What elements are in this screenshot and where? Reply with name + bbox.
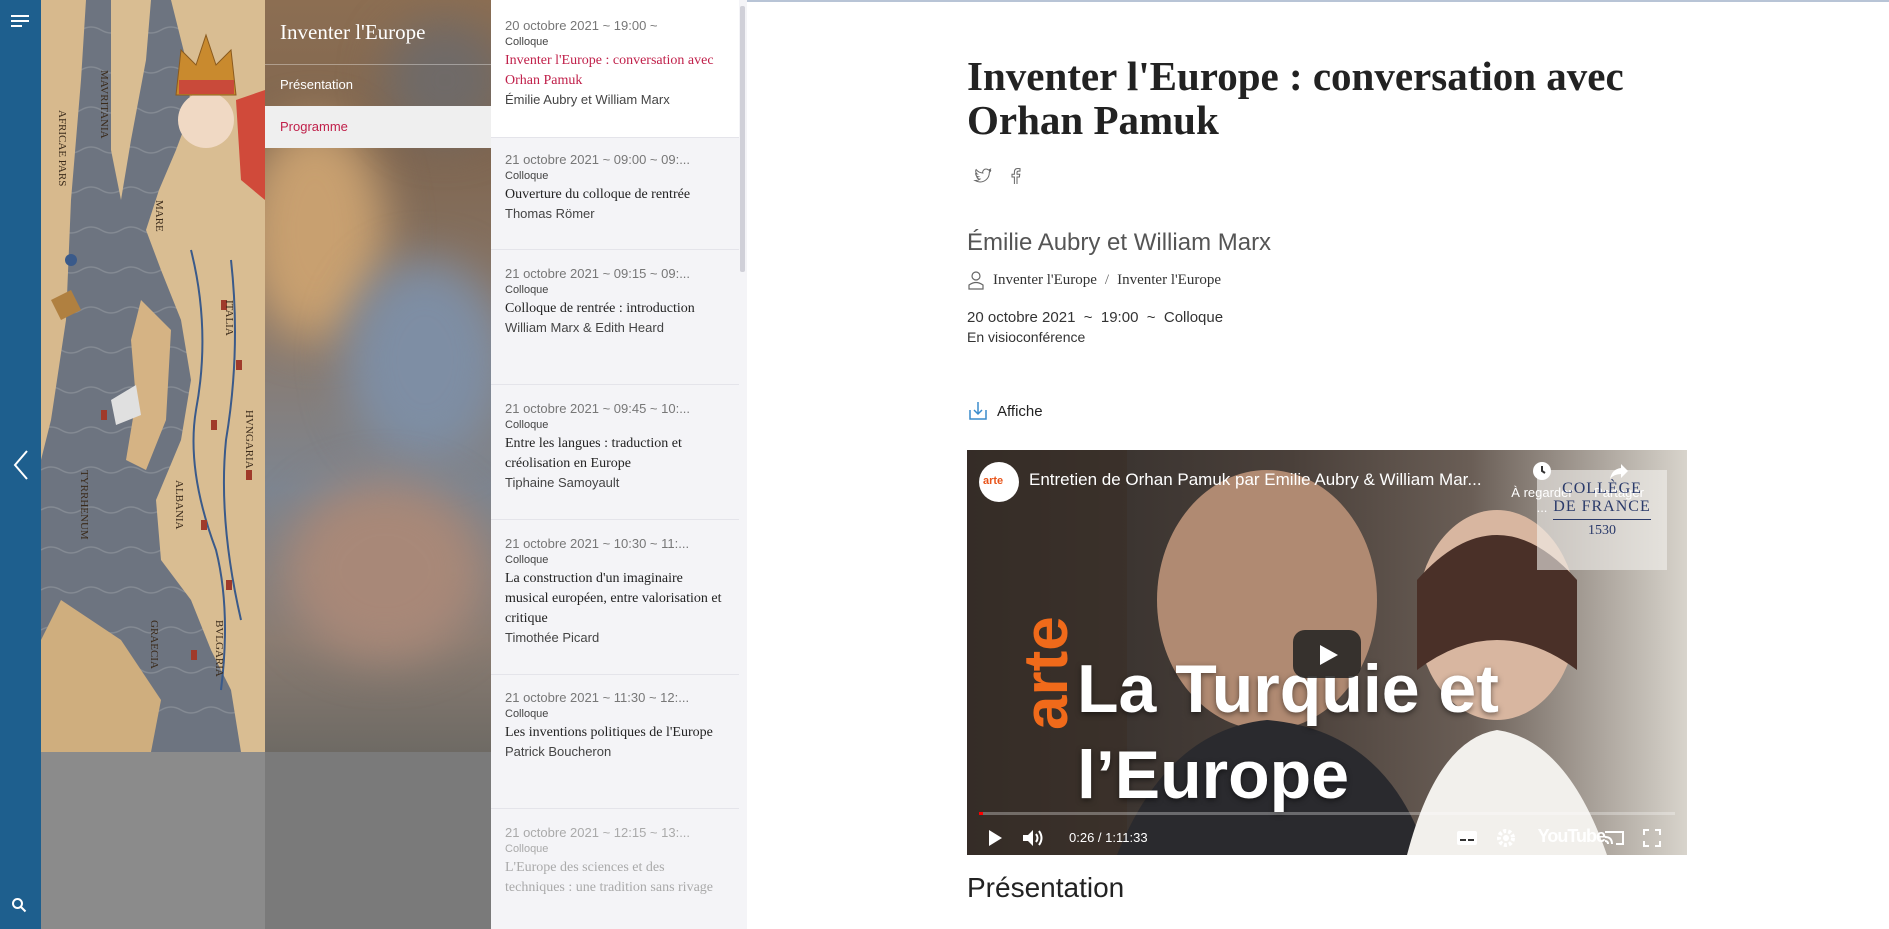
programme-item-speaker: Patrick Boucheron [505, 744, 612, 759]
video-time: 0:26 / 1:11:33 [1069, 830, 1148, 845]
video-headline: La Turquie et l’Europe [1077, 651, 1499, 813]
programme-item[interactable]: 20 octobre 2021 ~ 19:00 ~ Colloque Inven… [491, 0, 739, 138]
share-icon [1610, 464, 1628, 479]
svg-text:BVLGARIA: BVLGARIA [213, 620, 225, 677]
programme-item-speaker: Émilie Aubry et William Marx [505, 92, 670, 107]
event-speakers: Émilie Aubry et William Marx [967, 229, 1272, 256]
programme-item-speaker: William Marx & Edith Heard [505, 320, 664, 335]
svg-text:HVNGARIA: HVNGARIA [243, 410, 255, 469]
affiche-download-link[interactable]: Affiche [967, 400, 1043, 422]
programme-item-meta: 20 octobre 2021 ~ 19:00 ~ [505, 18, 658, 33]
svg-text:GRAECIA: GRAECIA [148, 620, 160, 669]
search-icon[interactable] [11, 897, 27, 913]
svg-text:MAVRITANIA: MAVRITANIA [98, 70, 110, 139]
svg-text:AFRICAE PARS: AFRICAE PARS [56, 110, 68, 186]
programme-item-title: Inventer l'Europe : conversation avec Or… [505, 53, 714, 88]
breadcrumb-link[interactable]: Inventer l'Europe [993, 272, 1097, 289]
person-icon [968, 271, 984, 290]
volume-icon[interactable] [1021, 828, 1045, 848]
breadcrumb-separator: / [1104, 271, 1110, 288]
programme-item-title: L'Europe des sciences et des techniques … [505, 860, 713, 895]
svg-text:ALBANIA: ALBANIA [173, 480, 185, 530]
channel-logo[interactable]: arte [979, 462, 1019, 502]
clock-icon [1533, 462, 1551, 480]
facebook-icon[interactable] [1006, 166, 1026, 186]
programme-item-type: Colloque [505, 170, 549, 182]
programme-item-type: Colloque [505, 843, 549, 855]
video-progress-bar[interactable] [979, 812, 1675, 815]
europa-regina-map-image: AFRICAE PARS MAVRITANIA MARE ITALIA HVNG… [41, 0, 265, 752]
programme-item-title: Les inventions politiques de l'Europe [505, 725, 713, 740]
event-dateline: 20 octobre 2021 ~ 19:00 ~ Colloque [967, 309, 1223, 326]
site-title[interactable]: Inventer l'Europe [280, 20, 425, 45]
settings-gear-icon[interactable] [1496, 828, 1516, 848]
programme-item[interactable]: 21 octobre 2021 ~ 09:45 ~ 10:... Colloqu… [491, 385, 739, 520]
programme-item-meta: 21 octobre 2021 ~ 12:15 ~ 13:... [505, 825, 691, 840]
video-controls: 0:26 / 1:11:33 YouTube [967, 820, 1687, 855]
programme-item-type: Colloque [505, 554, 549, 566]
programme-item-speaker: Timothée Picard [505, 630, 600, 645]
nav-item-presentation[interactable]: Présentation [265, 64, 491, 106]
event-time: 19:00 [1100, 309, 1139, 326]
chevron-left-icon[interactable] [9, 447, 33, 483]
youtube-logo[interactable]: YouTube [1538, 826, 1606, 847]
breadcrumb-link[interactable]: Inventer l'Europe [1117, 272, 1221, 289]
event-title: Inventer l'Europe : conversation avec Or… [967, 53, 1624, 143]
separator: ~ [1079, 309, 1097, 326]
hamburger-menu-icon[interactable] [11, 15, 29, 29]
programme-item-title: Entre les langues : traduction et créoli… [505, 436, 682, 471]
programme-item[interactable]: 21 octobre 2021 ~ 10:30 ~ 11:... Colloqu… [491, 520, 739, 675]
video-progress-fill [979, 812, 984, 815]
affiche-label: Affiche [997, 402, 1043, 420]
event-location: En visioconférence [967, 329, 1086, 345]
play-button[interactable] [1293, 630, 1361, 678]
programme-item-meta: 21 octobre 2021 ~ 09:00 ~ 09:... [505, 152, 691, 167]
left-rail [0, 0, 41, 929]
programme-item-type: Colloque [505, 708, 549, 720]
programme-item-type: Colloque [505, 419, 549, 431]
subtitles-icon[interactable] [1456, 830, 1478, 846]
cast-icon[interactable] [1603, 829, 1625, 847]
svg-text:ITALIA: ITALIA [223, 300, 235, 336]
programme-item-title: Ouverture du colloque de rentrée [505, 187, 691, 202]
programme-item-meta: 21 octobre 2021 ~ 10:30 ~ 11:... [505, 536, 690, 551]
programme-item-type: Colloque [505, 36, 549, 48]
download-icon [969, 402, 987, 420]
programme-item-speaker: Tiphaine Samoyault [505, 475, 620, 490]
programme-item-type: Colloque [505, 284, 549, 296]
programme-list: 20 octobre 2021 ~ 19:00 ~ Colloque Inven… [491, 0, 747, 929]
programme-item-meta: 21 octobre 2021 ~ 11:30 ~ 12:... [505, 690, 690, 705]
arte-logo: arte [1012, 616, 1081, 730]
separator: ~ [1142, 309, 1160, 326]
programme-item[interactable]: 21 octobre 2021 ~ 09:00 ~ 09:... Colloqu… [491, 138, 739, 250]
programme-item-title: Colloque de rentrée : introduction [505, 301, 695, 316]
video-player[interactable]: arte Entretien de Orhan Pamuk par Emilie… [967, 450, 1687, 855]
programme-item[interactable]: 21 octobre 2021 ~ 11:30 ~ 12:... Colloqu… [491, 675, 739, 809]
svg-text:MARE: MARE [153, 200, 165, 232]
college-de-france-logo: COLLÈGE DE FRANCE 1530 [1553, 480, 1651, 538]
breadcrumb: Inventer l'Europe / Inventer l'Europe [967, 270, 1221, 290]
programme-item-speaker: Thomas Römer [505, 206, 595, 221]
svg-text:TYRRHENUM: TYRRHENUM [78, 470, 90, 540]
fullscreen-icon[interactable] [1643, 829, 1661, 847]
twitter-icon[interactable] [973, 166, 993, 186]
programme-item[interactable]: 21 octobre 2021 ~ 12:15 ~ 13:... Colloqu… [491, 809, 739, 929]
presentation-heading: Présentation [967, 872, 1125, 903]
programme-item-meta: 21 octobre 2021 ~ 09:45 ~ 10:... [505, 401, 691, 416]
site-nav-panel: Inventer l'Europe Présentation Programme [265, 0, 491, 752]
empty-panel-area [41, 752, 491, 929]
programme-item-title: La construction d'un imaginaire musical … [505, 571, 722, 626]
programme-scrollbar[interactable] [740, 6, 745, 272]
nav-item-programme[interactable]: Programme [265, 106, 491, 148]
programme-item[interactable]: 21 octobre 2021 ~ 09:15 ~ 09:... Colloqu… [491, 250, 739, 385]
programme-item-meta: 21 octobre 2021 ~ 09:15 ~ 09:... [505, 266, 691, 281]
event-date: 20 octobre 2021 [967, 309, 1076, 326]
play-icon[interactable] [987, 829, 1003, 847]
event-type: Colloque [1163, 309, 1224, 326]
video-title[interactable]: Entretien de Orhan Pamuk par Emilie Aubr… [1029, 470, 1482, 490]
